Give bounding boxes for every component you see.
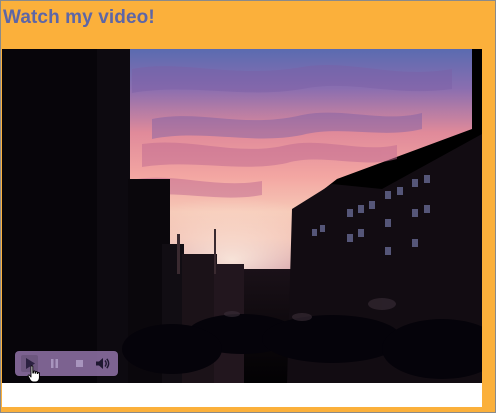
volume-icon[interactable] xyxy=(94,355,111,372)
pause-icon[interactable] xyxy=(46,355,63,372)
video-controls-bar xyxy=(15,351,118,376)
page-frame: Watch my video! xyxy=(0,0,496,413)
stop-icon[interactable] xyxy=(71,355,88,372)
play-icon[interactable] xyxy=(21,355,38,372)
page-title: Watch my video! xyxy=(3,7,155,28)
video-bottom-strip xyxy=(2,383,482,407)
video-player[interactable] xyxy=(2,49,482,383)
video-frame xyxy=(2,49,482,383)
